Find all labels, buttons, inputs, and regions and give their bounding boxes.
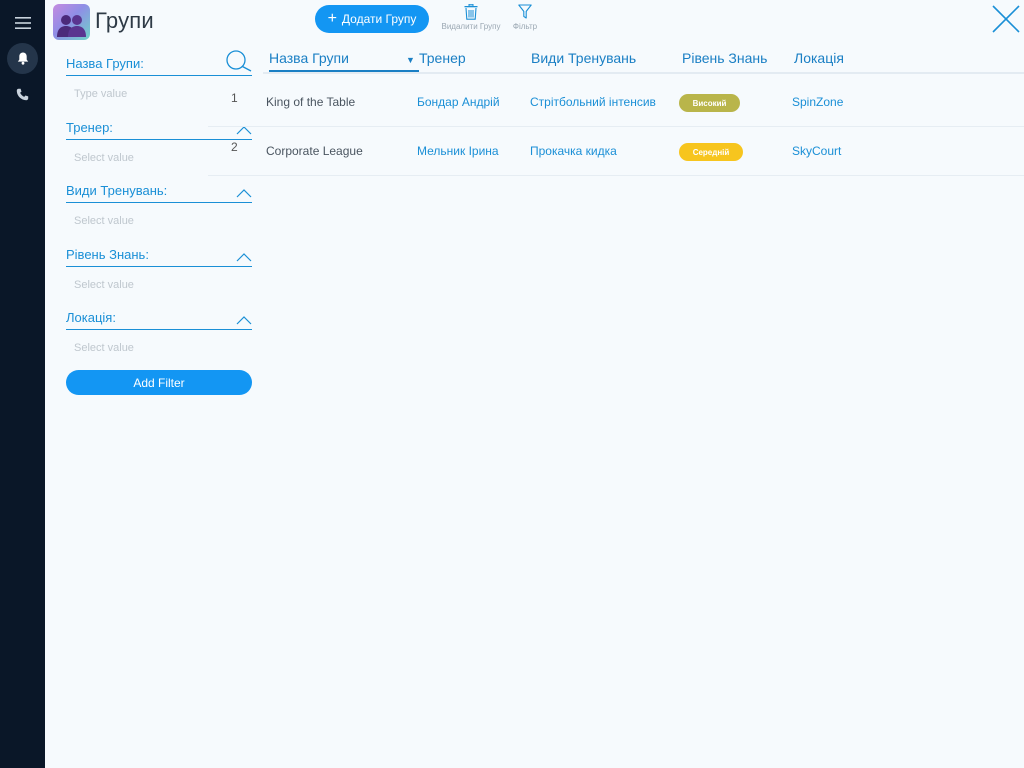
menu-button[interactable] [7, 7, 38, 38]
group-name-input[interactable]: Type value [74, 88, 127, 100]
level-select[interactable]: Select value [74, 279, 134, 291]
filter-divider [66, 265, 252, 267]
filter-group-level: Рівень Знань: Select value [66, 241, 252, 305]
page-title: Групи [95, 8, 154, 33]
column-header-level[interactable]: Рівень Знань [682, 50, 767, 66]
phone-button[interactable] [7, 79, 38, 110]
trash-icon [464, 4, 478, 20]
row-number: 2 [231, 140, 238, 154]
trainer-link[interactable]: Мельник Ірина [417, 127, 499, 175]
chevron-up-icon[interactable] [236, 252, 252, 262]
column-header-name-label: Назва Групи [269, 50, 349, 66]
filter-label-training: Види Тренувань: [66, 183, 168, 198]
filter-label-trainer: Тренер: [66, 119, 113, 135]
people-icon [57, 15, 86, 37]
add-group-button[interactable]: + Додати Групу [315, 5, 429, 33]
trainer-select[interactable]: Select value [74, 152, 134, 164]
location-link[interactable]: SkyCourt [792, 127, 841, 175]
filter-button[interactable]: Фільтр [509, 4, 541, 31]
training-select[interactable]: Select value [74, 215, 134, 227]
filter-divider [66, 329, 252, 330]
table-header: Назва Групи ▼ Тренер Види Тренувань Ріве… [263, 44, 1024, 74]
close-icon [992, 5, 1020, 33]
filter-label-location: Локація: [66, 310, 116, 325]
plus-icon: + [327, 10, 337, 27]
add-filter-button[interactable]: Add Filter [66, 370, 252, 395]
filter-divider [66, 202, 252, 203]
sort-desc-icon[interactable]: ▼ [406, 55, 415, 65]
column-header-trainer[interactable]: Тренер [419, 50, 466, 66]
row-number: 1 [231, 91, 238, 105]
close-button[interactable] [990, 4, 1022, 34]
add-group-label: Додати Групу [341, 12, 417, 26]
filter-group-location: Локація: Select value [66, 304, 252, 368]
filter-group-training: Види Тренувань: Select value [66, 177, 252, 241]
search-icon [226, 50, 252, 72]
delete-group-button[interactable]: Видалити Групу [438, 4, 504, 31]
notifications-button[interactable] [7, 43, 38, 74]
trainer-link[interactable]: Бондар Андрій [417, 78, 500, 126]
delete-group-label: Видалити Групу [441, 22, 501, 31]
table-row[interactable]: Corporate League Мельник Ірина Прокачка … [208, 127, 1024, 176]
chevron-up-icon[interactable] [236, 189, 252, 198]
column-header-location[interactable]: Локація [794, 50, 844, 66]
location-link[interactable]: SpinZone [792, 78, 843, 126]
filter-label: Фільтр [512, 22, 538, 31]
filter-label-name: Назва Групи: [66, 56, 144, 71]
table-row[interactable]: King of the Table Бондар Андрій Стрітбол… [208, 78, 1024, 127]
left-rail [0, 0, 45, 768]
phone-icon [16, 88, 29, 101]
column-header-training[interactable]: Види Тренувань [531, 50, 636, 66]
column-header-name[interactable]: Назва Групи [269, 50, 419, 72]
hamburger-icon [14, 16, 31, 29]
search-button[interactable] [225, 50, 253, 77]
group-name-cell: King of the Table [266, 95, 356, 109]
filter-label-level: Рівень Знань: [66, 246, 149, 262]
chevron-up-icon[interactable] [236, 316, 252, 325]
training-link[interactable]: Прокачка кидка [530, 127, 617, 175]
level-badge: Високий [679, 94, 740, 112]
location-select[interactable]: Select value [74, 342, 134, 354]
bell-icon [17, 52, 28, 65]
training-link[interactable]: Стрітбольний інтенсив [530, 78, 656, 126]
group-name-cell: Corporate League [266, 144, 363, 158]
groups-app-icon [53, 4, 90, 40]
funnel-icon [518, 4, 532, 19]
level-badge: Середній [679, 143, 743, 161]
